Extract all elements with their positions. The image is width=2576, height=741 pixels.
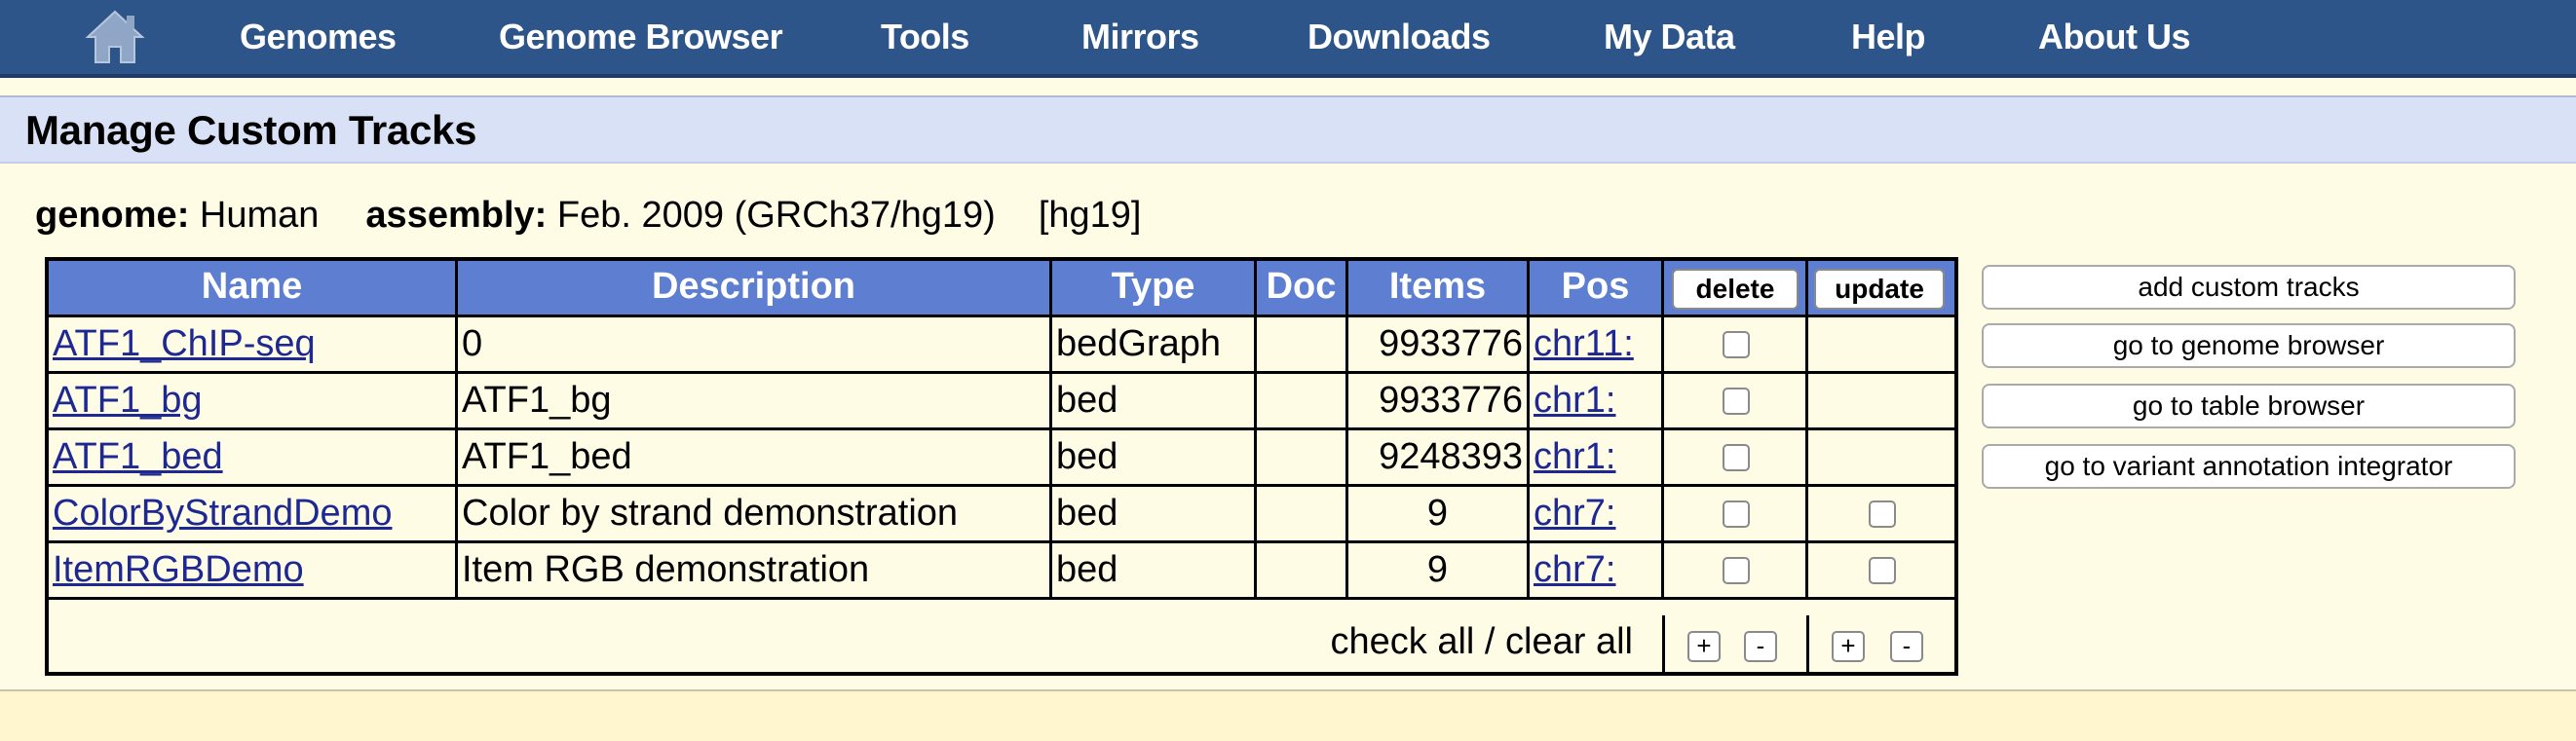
track-pos-link[interactable]: chr11:: [1530, 323, 1634, 364]
table-row-name: ATF1_bed: [49, 430, 458, 487]
update-cell: [1808, 487, 1954, 543]
track-items: 9: [1348, 487, 1530, 543]
track-link-atf1-bed[interactable]: ATF1_bed: [49, 436, 223, 477]
table-row-pos: chr7:: [1530, 543, 1664, 600]
table-row-pos: chr1:: [1530, 430, 1664, 487]
custom-tracks-table: Name Description Type Doc Items Pos dele…: [45, 257, 1958, 676]
nav-tools[interactable]: Tools: [881, 0, 969, 74]
track-items: 9: [1348, 543, 1530, 600]
db-name: [hg19]: [1038, 195, 1142, 236]
footer-divider: [1662, 615, 1665, 672]
table-row-pos: chr1:: [1530, 374, 1664, 430]
assembly-label: assembly:: [365, 195, 548, 236]
delete-checkbox[interactable]: [1723, 557, 1750, 584]
assembly-value: Feb. 2009 (GRCh37/hg19): [556, 195, 996, 236]
go-to-genome-browser-button[interactable]: go to genome browser: [1982, 323, 2516, 368]
track-pos-link[interactable]: chr1:: [1530, 436, 1615, 477]
bottom-band: [0, 691, 2576, 741]
track-doc: [1257, 374, 1348, 430]
delete-cell: [1664, 317, 1808, 374]
track-items: 9933776: [1348, 317, 1530, 374]
track-pos-link[interactable]: chr7:: [1530, 549, 1615, 590]
track-type: bedGraph: [1052, 317, 1257, 374]
track-doc: [1257, 543, 1348, 600]
nav-help[interactable]: Help: [1851, 0, 1926, 74]
nav-my-data[interactable]: My Data: [1604, 0, 1735, 74]
genome-info: genome: Human assembly: Feb. 2009 (GRCh37…: [35, 195, 1141, 237]
table-row-pos: chr7:: [1530, 487, 1664, 543]
table-row-name: ATF1_ChIP-seq: [49, 317, 458, 374]
track-pos-link[interactable]: chr7:: [1530, 493, 1615, 534]
footer-divider: [1806, 615, 1809, 672]
nav-about-us[interactable]: About Us: [2038, 0, 2190, 74]
track-description: 0: [458, 317, 1052, 374]
header-delete-cell: delete: [1664, 261, 1808, 317]
table-row-name: ATF1_bg: [49, 374, 458, 430]
update-cell-empty: [1808, 374, 1954, 430]
track-link-colorbystranddemo[interactable]: ColorByStrandDemo: [49, 493, 392, 534]
check-all-clear-all-label: check all / clear all: [1330, 621, 1633, 662]
header-type: Type: [1052, 261, 1257, 317]
update-checkbox[interactable]: [1869, 557, 1896, 584]
header-name: Name: [49, 261, 458, 317]
update-checkbox[interactable]: [1869, 500, 1896, 528]
track-link-itemrgbdemo[interactable]: ItemRGBDemo: [49, 549, 304, 590]
track-type: bed: [1052, 543, 1257, 600]
delete-checkbox[interactable]: [1723, 444, 1750, 471]
update-button[interactable]: update: [1814, 269, 1945, 310]
update-cell-empty: [1808, 317, 1954, 374]
genome-label: genome:: [35, 195, 190, 236]
header-doc: Doc: [1257, 261, 1348, 317]
update-check-all-button[interactable]: +: [1832, 631, 1865, 662]
track-link-atf1-chip-seq[interactable]: ATF1_ChIP-seq: [49, 323, 316, 364]
table-row-name: ColorByStrandDemo: [49, 487, 458, 543]
nav-genome-browser[interactable]: Genome Browser: [499, 0, 783, 74]
track-items: 9248393: [1348, 430, 1530, 487]
go-to-table-browser-button[interactable]: go to table browser: [1982, 384, 2516, 428]
section-header: Manage Custom Tracks: [0, 95, 2576, 164]
add-custom-tracks-button[interactable]: add custom tracks: [1982, 265, 2516, 310]
delete-check-all-button[interactable]: +: [1687, 631, 1721, 662]
update-cell: [1808, 543, 1954, 600]
track-doc: [1257, 430, 1348, 487]
table-row-pos: chr11:: [1530, 317, 1664, 374]
genome-value: Human: [199, 195, 320, 236]
track-pos-link[interactable]: chr1:: [1530, 380, 1615, 421]
delete-clear-all-button[interactable]: -: [1744, 631, 1777, 662]
delete-checkbox[interactable]: [1723, 388, 1750, 415]
track-items: 9933776: [1348, 374, 1530, 430]
track-type: bed: [1052, 487, 1257, 543]
delete-checkbox[interactable]: [1723, 500, 1750, 528]
delete-cell: [1664, 430, 1808, 487]
track-doc: [1257, 487, 1348, 543]
delete-button[interactable]: delete: [1672, 269, 1799, 310]
top-nav-bar: Genomes Genome Browser Tools Mirrors Dow…: [0, 0, 2576, 78]
delete-cell: [1664, 374, 1808, 430]
update-cell-empty: [1808, 430, 1954, 487]
track-description: Color by strand demonstration: [458, 487, 1052, 543]
go-to-variant-annotation-integrator-button[interactable]: go to variant annotation integrator: [1982, 444, 2516, 489]
check-all-row: check all / clear all + - + -: [49, 615, 1954, 672]
track-link-atf1-bg[interactable]: ATF1_bg: [49, 380, 202, 421]
track-doc: [1257, 317, 1348, 374]
track-description: Item RGB demonstration: [458, 543, 1052, 600]
track-description: ATF1_bed: [458, 430, 1052, 487]
delete-cell: [1664, 487, 1808, 543]
header-update-cell: update: [1808, 261, 1954, 317]
page-title: Manage Custom Tracks: [25, 107, 477, 153]
delete-cell: [1664, 543, 1808, 600]
track-type: bed: [1052, 430, 1257, 487]
nav-genomes[interactable]: Genomes: [240, 0, 397, 74]
home-icon[interactable]: [84, 8, 146, 64]
header-items: Items: [1348, 261, 1530, 317]
header-pos: Pos: [1530, 261, 1664, 317]
delete-checkbox[interactable]: [1723, 331, 1750, 358]
nav-downloads[interactable]: Downloads: [1307, 0, 1491, 74]
track-type: bed: [1052, 374, 1257, 430]
nav-mirrors[interactable]: Mirrors: [1081, 0, 1199, 74]
track-description: ATF1_bg: [458, 374, 1052, 430]
header-description: Description: [458, 261, 1052, 317]
table-row-name: ItemRGBDemo: [49, 543, 458, 600]
update-clear-all-button[interactable]: -: [1890, 631, 1923, 662]
